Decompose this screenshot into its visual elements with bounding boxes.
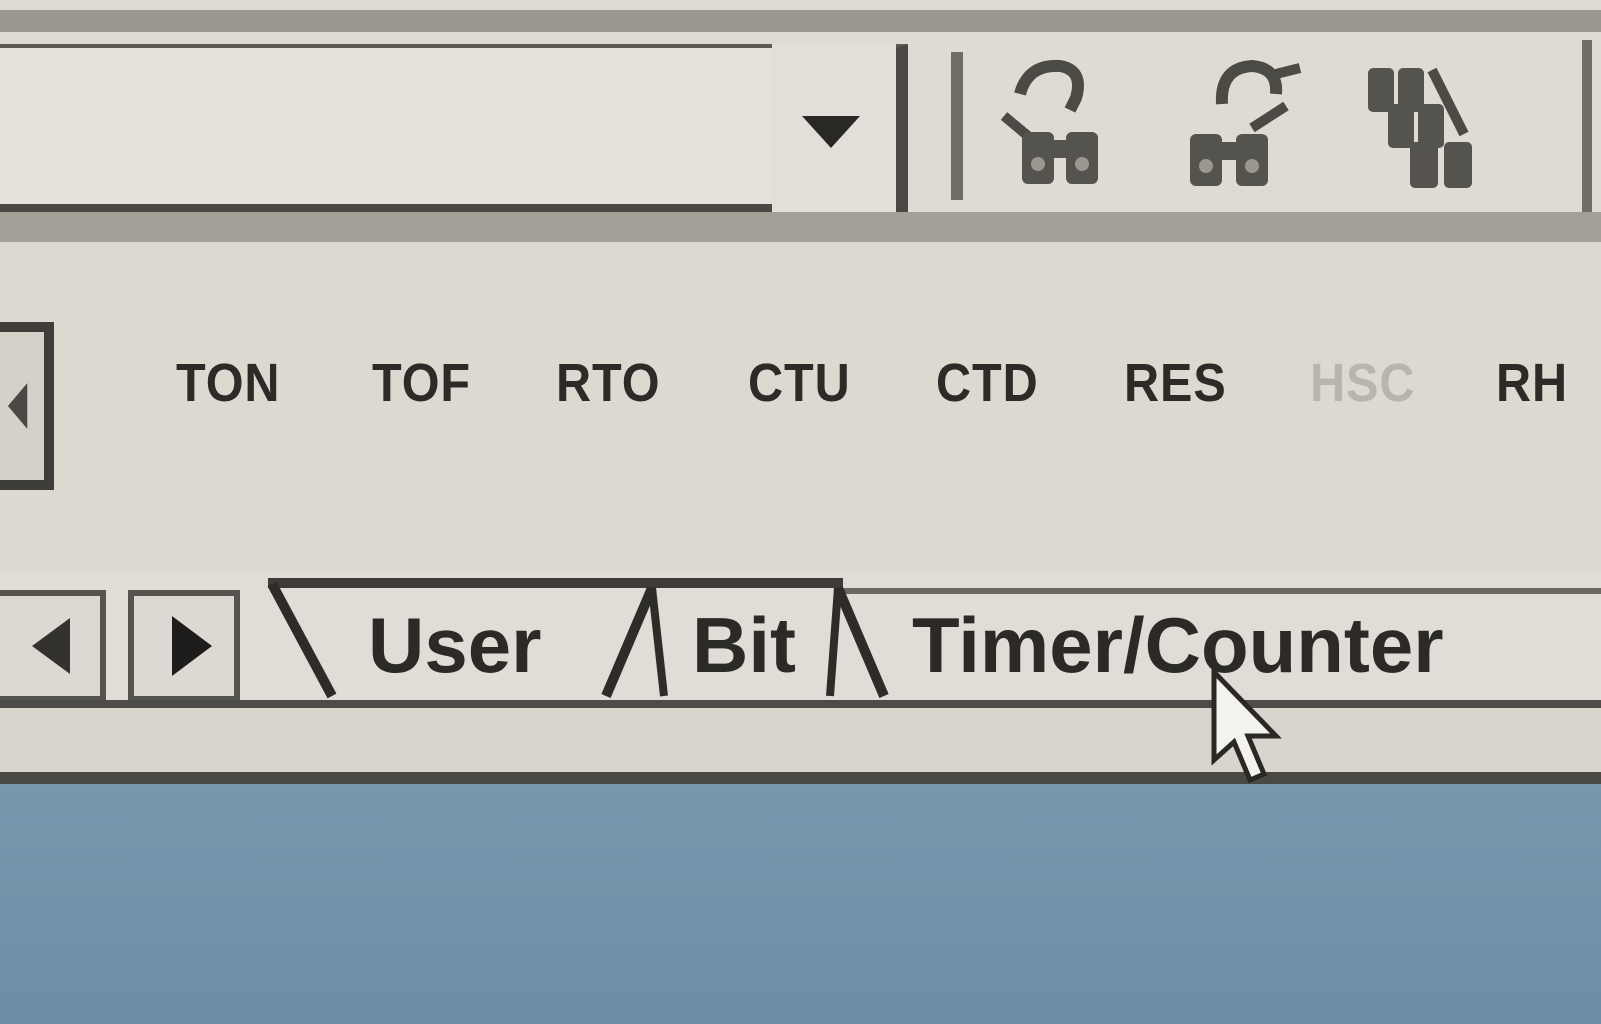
instruction-ton[interactable]: TON [176, 352, 280, 414]
tab-timer-counter[interactable]: Timer/Counter [912, 600, 1444, 691]
tab-scroll-right-button[interactable] [128, 590, 240, 702]
status-band [0, 708, 1601, 782]
tab-separators [264, 578, 904, 702]
toolbar-bottom-border [0, 212, 1601, 242]
instruction-ctu[interactable]: CTU [748, 352, 851, 414]
instruction-tof[interactable]: TOF [372, 352, 471, 414]
tab-strip-border [843, 588, 1601, 594]
triangle-left-icon [7, 383, 28, 429]
instruction-rh[interactable]: RH [1496, 352, 1568, 414]
window-bottom-border [0, 772, 1601, 784]
chevron-down-icon [772, 44, 896, 212]
toolbar-separator [1582, 40, 1592, 212]
tab-bit[interactable]: Bit [692, 600, 796, 691]
tab-user[interactable]: User [368, 600, 541, 691]
combo-dropdown-button[interactable] [772, 44, 896, 212]
tab-strip-bottom-border [0, 700, 1601, 708]
toolbar-separator [951, 52, 963, 200]
palette-scroll-left-button[interactable] [0, 322, 54, 490]
toolbar-top-border [0, 10, 1601, 32]
mouse-pointer-icon [1208, 665, 1294, 788]
triangle-left-icon [32, 618, 70, 674]
instruction-rto[interactable]: RTO [556, 352, 660, 414]
instruction-hsc: HSC [1310, 353, 1416, 413]
find-replace-icon[interactable] [1182, 54, 1302, 194]
instruction-res[interactable]: RES [1124, 352, 1227, 414]
triangle-right-icon [172, 616, 212, 676]
find-all-icon[interactable] [1362, 54, 1482, 194]
workspace-area[interactable] [0, 784, 1601, 1024]
find-icon[interactable] [998, 54, 1118, 194]
instruction-ctd[interactable]: CTD [936, 352, 1039, 414]
tab-scroll-left-button[interactable] [0, 590, 106, 702]
